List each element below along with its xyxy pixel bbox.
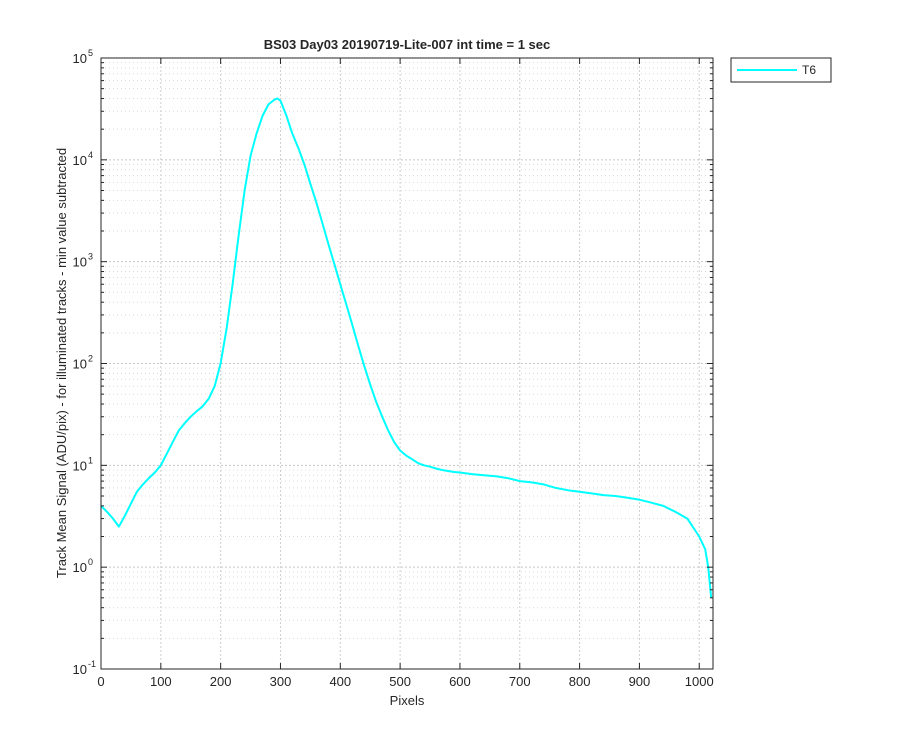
x-tick-label: 400: [329, 674, 351, 689]
y-tick-base: 10: [73, 153, 87, 168]
y-tick-base: 10: [73, 255, 87, 270]
y-tick-base: 10: [73, 357, 87, 372]
y-tick-base: 10: [73, 458, 87, 473]
y-tick-exponent: 2: [88, 354, 93, 364]
x-tick-label: 0: [97, 674, 104, 689]
x-tick-label: 800: [569, 674, 591, 689]
chart-figure: 0 100 200 300 400 500 600 700 800 900 1000 10 -1 10 0…: [0, 0, 900, 750]
x-tick-label: 600: [449, 674, 471, 689]
y-tick-exponent: 1: [88, 455, 93, 465]
y-axis-label: Track Mean Signal (ADU/pix) - for illumi…: [54, 148, 69, 578]
y-tick-exponent: -1: [88, 659, 96, 669]
chart-title: BS03 Day03 20190719-Lite-007 int time = …: [264, 37, 551, 52]
y-tick-base: 10: [73, 662, 87, 677]
legend-label-t6: T6: [802, 63, 816, 77]
x-tick-label: 300: [270, 674, 292, 689]
y-tick-base: 10: [73, 560, 87, 575]
x-tick-label: 200: [210, 674, 232, 689]
x-tick-label: 900: [629, 674, 651, 689]
x-tick-label: 1000: [685, 674, 714, 689]
chart-svg: 0 100 200 300 400 500 600 700 800 900 1000 10 -110 0…: [0, 0, 900, 750]
x-axis-label: Pixels: [390, 693, 425, 708]
x-tick-label: 700: [509, 674, 531, 689]
y-tick-exponent: 3: [88, 252, 93, 262]
y-tick-exponent: 5: [88, 48, 93, 58]
y-tick-exponent: 4: [88, 150, 93, 160]
x-tick-label: 500: [389, 674, 411, 689]
x-tick-label: 100: [150, 674, 172, 689]
y-tick-base: 10: [73, 51, 87, 66]
y-tick-exponent: 0: [88, 557, 93, 567]
legend[interactable]: T6: [730, 57, 832, 83]
